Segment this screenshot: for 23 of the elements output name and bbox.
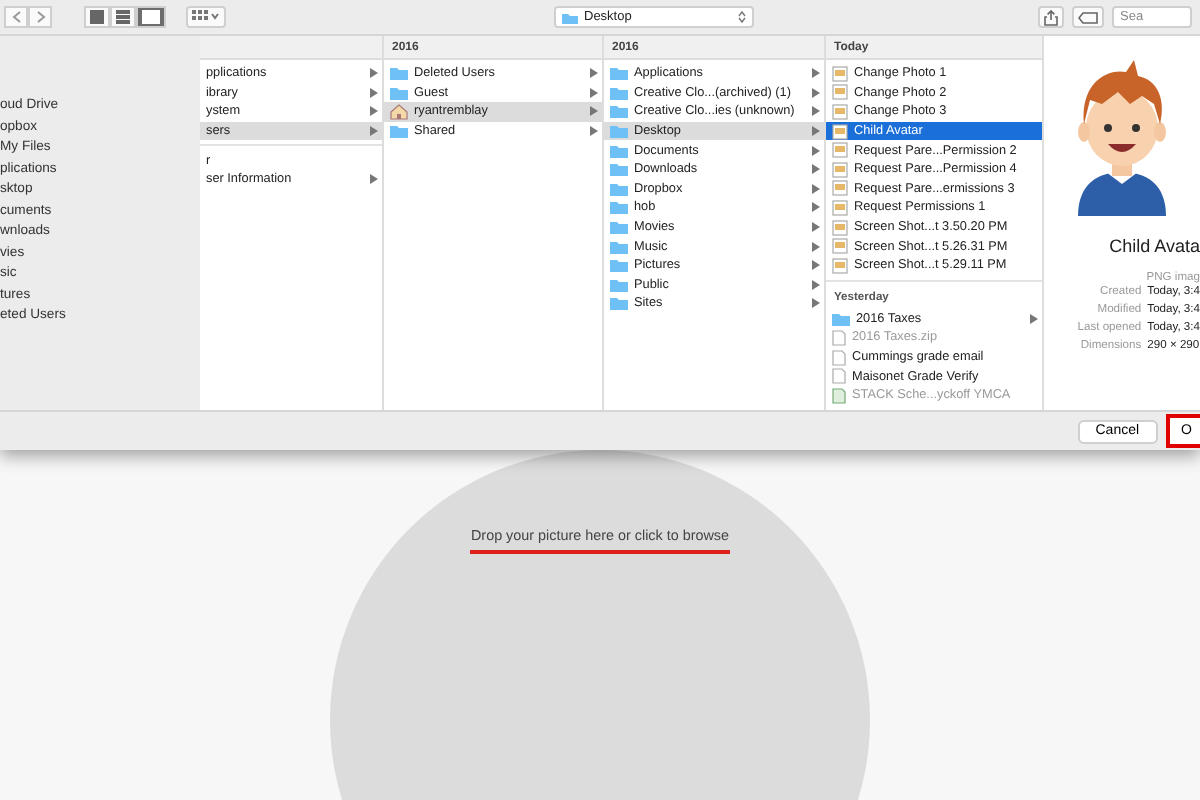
arrange-button[interactable] [186, 6, 226, 28]
share-button[interactable] [1038, 6, 1064, 28]
view-mode-button[interactable] [110, 6, 136, 28]
disclosure-icon [370, 174, 378, 185]
list-icon [116, 10, 130, 24]
spreadsheet-icon [832, 387, 846, 404]
preview-title: Child Avata [1109, 236, 1200, 256]
back-button[interactable] [4, 6, 28, 28]
tag-button[interactable] [1072, 6, 1104, 28]
forward-button[interactable] [28, 6, 52, 28]
back-icon [11, 10, 21, 24]
columns-icon [142, 10, 160, 24]
tag-icon [1078, 11, 1098, 23]
view-mode-button[interactable] [84, 6, 110, 28]
disclosure-icon [1030, 313, 1038, 324]
home-icon [390, 103, 408, 120]
view-mode-button[interactable] [136, 6, 166, 28]
updown-icon [738, 10, 746, 24]
share-icon [1044, 9, 1058, 25]
grid-dropdown-icon [192, 10, 220, 24]
folder-icon [832, 311, 850, 326]
folder-icon [562, 11, 578, 23]
forward-icon [35, 10, 45, 24]
